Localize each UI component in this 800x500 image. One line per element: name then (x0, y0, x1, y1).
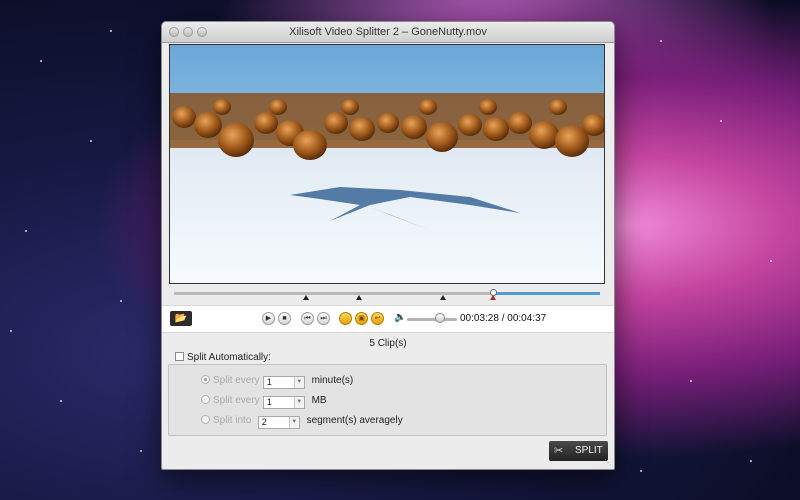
video-preview[interactable] (169, 44, 605, 284)
minutes-combo[interactable]: 1 ▼ (262, 376, 305, 389)
split-timeline[interactable] (174, 289, 600, 300)
size-unit-label: MB (311, 395, 327, 406)
split-by-size-row: Split every 1 ▼ MB (201, 395, 327, 409)
split-automatically-checkbox[interactable] (175, 352, 184, 361)
split-by-time-radio[interactable] (201, 375, 210, 384)
split-marker[interactable] (303, 295, 309, 300)
skip-back-icon: ⏮ (304, 315, 311, 322)
app-window: Xilisoft Video Splitter 2 – GoneNutty.mo… (161, 21, 615, 470)
split-by-size-label: Split every (213, 395, 260, 406)
speaker-icon[interactable]: 🔈 (394, 312, 406, 323)
split-automatically-label: Split Automatically: (187, 352, 271, 363)
trash-icon: ▣ (358, 315, 365, 322)
delete-split-point-button[interactable]: ▣ (355, 312, 368, 325)
size-value: 1 (266, 397, 272, 407)
total-time: 00:04:37 (507, 313, 547, 324)
undo-icon: ↩ (374, 315, 381, 322)
undo-button[interactable]: ↩ (371, 312, 384, 325)
next-button[interactable]: ⏭ (317, 312, 330, 325)
resize-grip-icon[interactable]: ⋱ (604, 458, 612, 467)
time-display: 00:03:28 / 00:04:37 (460, 313, 546, 324)
segments-combo[interactable]: 2 ▼ (257, 416, 300, 429)
add-split-point-button[interactable]: ⚡ (339, 312, 352, 325)
time-separator: / (501, 313, 505, 324)
split-into-segments-radio[interactable] (201, 415, 210, 424)
chevron-down-icon[interactable]: ▼ (293, 377, 304, 388)
split-marker[interactable] (356, 295, 362, 300)
play-icon: ▶ (265, 315, 272, 322)
current-time: 00:03:28 (460, 313, 499, 324)
title-bar[interactable]: Xilisoft Video Splitter 2 – GoneNutty.mo… (162, 22, 614, 43)
segments-unit-label: segment(s) averagely (306, 415, 403, 426)
skip-forward-icon: ⏭ (320, 315, 327, 322)
folder-icon: 📂 (174, 313, 188, 324)
split-into-label: Split into (213, 415, 252, 426)
previous-button[interactable]: ⏮ (301, 312, 314, 325)
film-scissors-icon: ✂ (554, 445, 564, 457)
playhead-handle[interactable] (490, 289, 497, 296)
lightning-icon: ⚡ (341, 315, 350, 322)
volume-slider-knob[interactable] (435, 313, 445, 323)
split-automatically-option[interactable]: Split Automatically: (175, 352, 271, 363)
volume-slider[interactable] (407, 318, 457, 321)
segments-value: 2 (261, 417, 267, 427)
clip-count-label: 5 Clip(s) (369, 338, 407, 349)
minutes-unit-label: minute(s) (311, 375, 354, 386)
split-into-segments-row: Split into 2 ▼ segment(s) averagely (201, 415, 403, 429)
split-by-time-label: Split every (213, 375, 260, 386)
minutes-value: 1 (266, 377, 272, 387)
split-button-label: SPLIT (575, 445, 603, 456)
stop-button[interactable]: ■ (278, 312, 291, 325)
split-by-size-radio[interactable] (201, 395, 210, 404)
size-combo[interactable]: 1 ▼ (262, 396, 305, 409)
split-by-time-row: Split every 1 ▼ minute(s) (201, 375, 353, 389)
window-title: Xilisoft Video Splitter 2 – GoneNutty.mo… (289, 26, 487, 38)
timeline-playback-progress (492, 292, 600, 295)
open-file-button[interactable]: 📂 (170, 311, 192, 326)
playback-controls-bar: 📂 ▶ ■ ⏮ ⏭ ⚡ ▣ ↩ 🔈 00:03:28 / 00:04:37 (162, 305, 614, 333)
stop-icon: ■ (282, 315, 287, 322)
video-frame-image (170, 45, 604, 283)
split-marker[interactable] (440, 295, 446, 300)
split-options-panel: Split every 1 ▼ minute(s) Split every 1 ▼ … (168, 364, 607, 436)
split-button[interactable]: ✂ SPLIT (549, 441, 608, 461)
play-button[interactable]: ▶ (262, 312, 275, 325)
chevron-down-icon[interactable]: ▼ (288, 417, 299, 428)
chevron-down-icon[interactable]: ▼ (293, 397, 304, 408)
